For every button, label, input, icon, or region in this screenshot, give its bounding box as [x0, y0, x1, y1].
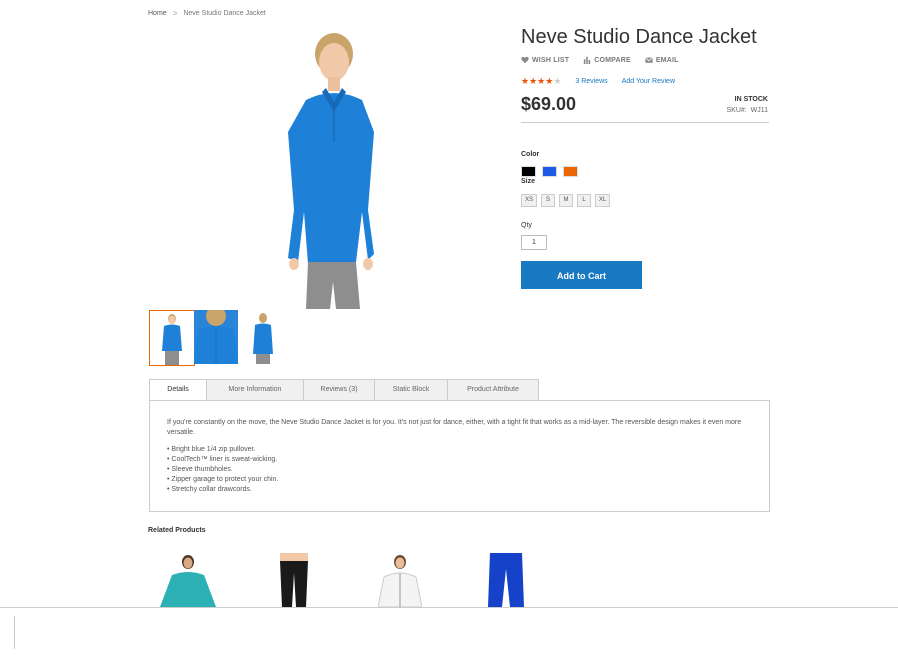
- size-options: XS S M L XL: [521, 194, 611, 207]
- size-option-l[interactable]: L: [577, 194, 592, 207]
- color-swatch-black[interactable]: [521, 166, 536, 177]
- compare-label: COMPARE: [594, 56, 631, 64]
- product-actions: WISH LIST COMPARE EMAIL: [521, 56, 679, 64]
- email-label: EMAIL: [655, 56, 679, 64]
- bottom-divider: [14, 616, 15, 649]
- product-title: Neve Studio Dance Jacket: [521, 26, 757, 48]
- related-product-image-1[interactable]: [158, 553, 218, 607]
- compare-link[interactable]: COMPARE: [583, 56, 631, 64]
- add-review-link[interactable]: Add Your Review: [622, 78, 675, 85]
- tab-details[interactable]: Details: [149, 379, 207, 401]
- breadcrumb: Home > Neve Studio Dance Jacket: [148, 9, 266, 18]
- sku-label: SKU#:: [726, 107, 747, 114]
- feature-list: • Bright blue 1/4 zip pullover. • CoolTe…: [167, 445, 278, 495]
- tab-static-block[interactable]: Static Block: [374, 379, 448, 400]
- reviews-link[interactable]: 3 Reviews: [575, 78, 607, 85]
- star-filled-icon: ★: [537, 76, 546, 86]
- breadcrumb-current: Neve Studio Dance Jacket: [183, 10, 266, 17]
- size-option-xs[interactable]: XS: [521, 194, 538, 207]
- related-product-image-3[interactable]: [378, 553, 422, 607]
- size-label: Size: [521, 178, 536, 185]
- product-description: If you're constantly on the move, the Ne…: [167, 419, 742, 436]
- bottom-bar: [0, 607, 898, 655]
- breadcrumb-separator: >: [172, 9, 178, 18]
- size-option-s[interactable]: S: [541, 194, 556, 207]
- add-to-cart-button[interactable]: Add to Cart: [521, 261, 642, 289]
- sku-value: WJ11: [750, 107, 768, 114]
- size-option-m[interactable]: M: [559, 194, 574, 207]
- compare-icon: [583, 56, 591, 64]
- feature-item: • Sleeve thumbholes.: [167, 466, 233, 473]
- star-filled-icon: ★: [529, 76, 538, 86]
- thumbnail-1[interactable]: [149, 310, 195, 366]
- product-tabs: Details More Information Reviews (3) Sta…: [149, 379, 539, 401]
- product-price: $69.00: [521, 94, 577, 114]
- product-sku: SKU#: WJ11: [690, 107, 769, 114]
- details-panel: If you're constantly on the move, the Ne…: [149, 400, 770, 512]
- email-link[interactable]: EMAIL: [644, 56, 679, 64]
- size-option-xl[interactable]: XL: [595, 194, 611, 207]
- qty-input[interactable]: 1: [521, 235, 547, 250]
- feature-item: • CoolTech™ liner is sweat-wicking.: [167, 456, 278, 463]
- wishlist-link[interactable]: WISH LIST: [521, 56, 569, 64]
- tab-more-information[interactable]: More Information: [206, 379, 304, 400]
- thumbnail-3[interactable]: [239, 310, 283, 364]
- tab-reviews[interactable]: Reviews (3): [303, 379, 375, 400]
- related-product-image-4[interactable]: [484, 553, 528, 607]
- color-swatches: [521, 166, 578, 177]
- envelope-icon: [644, 57, 653, 63]
- star-empty-icon: ★: [553, 76, 562, 86]
- color-swatch-orange[interactable]: [563, 166, 578, 177]
- color-label: Color: [521, 151, 540, 158]
- heart-icon: [521, 56, 529, 64]
- rating-summary: ★ ★ ★ ★ ★ 3 Reviews Add Your Review: [521, 77, 675, 86]
- star-filled-icon: ★: [521, 76, 530, 86]
- tab-product-attribute[interactable]: Product Attribute: [447, 379, 539, 400]
- related-products-heading: Related Products: [148, 527, 206, 534]
- related-product-image-2[interactable]: [272, 553, 316, 607]
- feature-item: • Bright blue 1/4 zip pullover.: [167, 446, 256, 453]
- rating-stars: ★ ★ ★ ★ ★: [521, 77, 561, 86]
- color-swatch-blue[interactable]: [542, 166, 557, 177]
- main-product-image[interactable]: [258, 32, 388, 309]
- feature-item: • Zipper garage to protect your chin.: [167, 476, 279, 483]
- divider: [521, 122, 769, 123]
- feature-item: • Stretchy collar drawcords.: [167, 486, 252, 493]
- thumbnail-2[interactable]: [194, 310, 238, 364]
- wishlist-label: WISH LIST: [532, 56, 570, 64]
- stock-status: IN STOCK: [734, 96, 768, 103]
- breadcrumb-home-link[interactable]: Home: [148, 10, 167, 17]
- qty-label: Qty: [521, 222, 532, 229]
- star-filled-icon: ★: [545, 76, 554, 86]
